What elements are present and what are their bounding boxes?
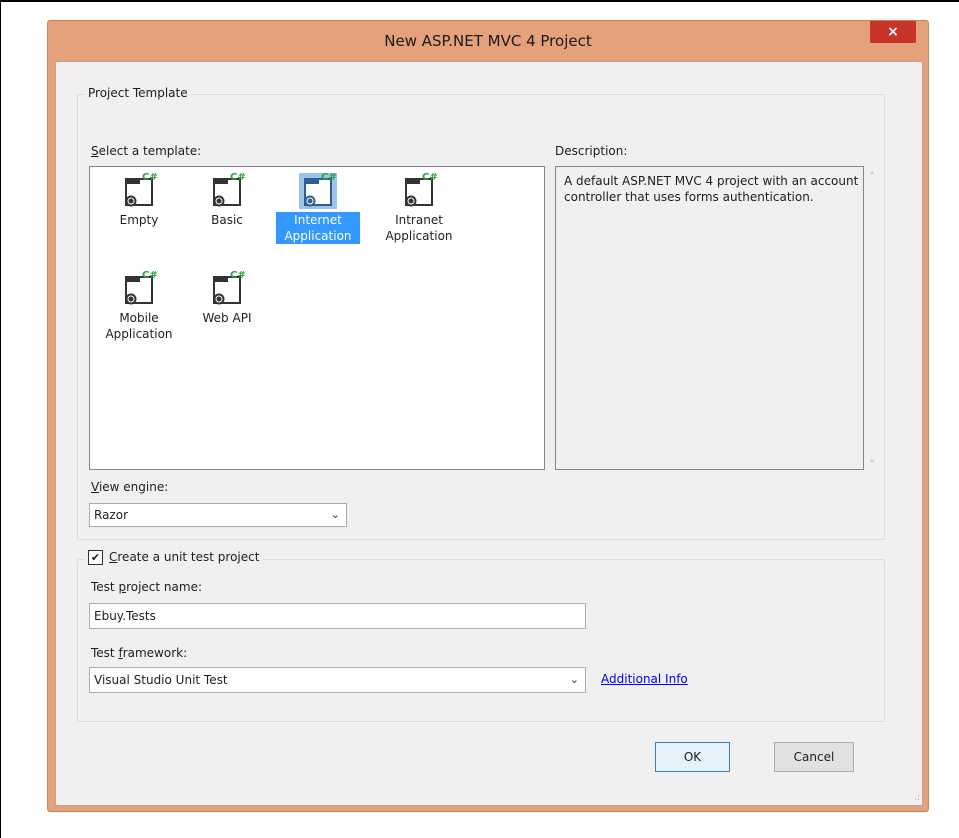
template-label: Internet Application <box>276 212 360 244</box>
template-item-mobile-application[interactable]: C# Mobile Application <box>97 269 181 342</box>
view-engine-select[interactable]: Razor ⌄ <box>89 503 347 527</box>
template-item-basic[interactable]: C# Basic <box>185 171 269 228</box>
svg-text:C#: C# <box>142 270 158 281</box>
web-project-csharp-icon: C# <box>405 172 438 207</box>
template-label: Basic <box>211 213 243 227</box>
svg-text:C#: C# <box>422 172 438 183</box>
template-label: Empty <box>119 213 159 227</box>
cancel-button-label: Cancel <box>793 750 835 764</box>
template-item-empty[interactable]: C# Empty <box>97 171 181 228</box>
svg-text:C#: C# <box>142 172 158 183</box>
resize-grip-icon[interactable]: .: <box>914 794 920 803</box>
close-icon: × <box>887 24 899 40</box>
description-label: Description: <box>555 144 628 158</box>
web-project-csharp-icon: C# <box>125 172 158 207</box>
description-scrollbar[interactable]: ⌃ ⌄ <box>865 167 882 469</box>
view-engine-label-accel: V <box>91 480 99 494</box>
web-project-csharp-icon: C# <box>125 270 158 305</box>
web-project-csharp-icon: C# <box>299 172 337 209</box>
view-engine-value: Razor <box>94 508 129 522</box>
create-unit-test-checkbox[interactable]: ✔ <box>88 550 103 565</box>
project-template-group-label: Project Template <box>84 86 192 100</box>
chevron-down-icon: ⌄ <box>569 673 579 686</box>
test-framework-label-pre: Test <box>91 646 119 660</box>
select-template-label-accel: S <box>91 144 99 158</box>
svg-text:C#: C# <box>321 172 337 183</box>
svg-text:C#: C# <box>230 270 246 281</box>
ok-button[interactable]: OK <box>655 742 730 772</box>
template-list[interactable]: C# Empty C# Basic C# Internet Applicatio… <box>89 166 545 470</box>
template-label: Web API <box>202 311 252 325</box>
test-project-name-label-pre: Test <box>91 580 119 594</box>
chevron-down-icon: ⌄ <box>330 508 340 521</box>
template-item-internet-application[interactable]: C# Internet Application <box>276 171 360 244</box>
page-border-top <box>0 0 959 2</box>
description-box: A default ASP.NET MVC 4 project with an … <box>555 166 876 470</box>
template-item-web-api[interactable]: C# Web API <box>185 269 269 326</box>
template-item-intranet-application[interactable]: C# Intranet Application <box>377 171 461 244</box>
web-project-csharp-icon: C# <box>213 270 246 305</box>
description-text: A default ASP.NET MVC 4 project with an … <box>564 174 859 204</box>
close-button[interactable]: × <box>870 21 916 43</box>
select-template-label: Select a template: <box>91 144 201 158</box>
create-unit-test-label-text: reate a unit test project <box>117 550 260 564</box>
test-project-name-input[interactable]: Ebuy.Tests <box>89 603 586 629</box>
page-border-left <box>0 0 1 838</box>
test-project-name-value: Ebuy.Tests <box>94 609 156 623</box>
additional-info-link[interactable]: Additional Info <box>601 672 688 686</box>
template-label: Intranet Application <box>385 213 453 243</box>
window-title: New ASP.NET MVC 4 Project <box>384 32 592 50</box>
test-framework-value: Visual Studio Unit Test <box>94 673 228 687</box>
unit-test-group-legend: ✔ Create a unit test project <box>84 550 264 565</box>
test-framework-select[interactable]: Visual Studio Unit Test ⌄ <box>89 667 586 693</box>
title-bar[interactable]: New ASP.NET MVC 4 Project × <box>48 21 928 61</box>
view-engine-label-text: iew engine: <box>98 480 169 494</box>
web-project-csharp-icon: C# <box>213 172 246 207</box>
dialog-window: New ASP.NET MVC 4 Project × Project Temp… <box>48 21 928 811</box>
scroll-down-icon[interactable]: ⌄ <box>868 454 876 465</box>
scroll-up-icon[interactable]: ⌃ <box>868 171 876 182</box>
test-framework-label-post: ramework: <box>122 646 188 660</box>
test-project-name-label-post: roject name: <box>126 580 202 594</box>
ok-button-label: OK <box>683 750 702 764</box>
cancel-button[interactable]: Cancel <box>774 742 854 772</box>
svg-text:C#: C# <box>230 172 246 183</box>
test-project-name-label: Test project name: <box>91 580 202 594</box>
test-framework-label: Test framework: <box>91 646 187 660</box>
test-project-name-label-accel: p <box>118 580 127 594</box>
template-label: Mobile Application <box>105 311 173 341</box>
select-template-label-text: elect a template: <box>98 144 202 158</box>
dialog-client-area: Project Template Select a template: C# E… <box>55 61 923 806</box>
view-engine-label: View engine: <box>91 480 168 494</box>
